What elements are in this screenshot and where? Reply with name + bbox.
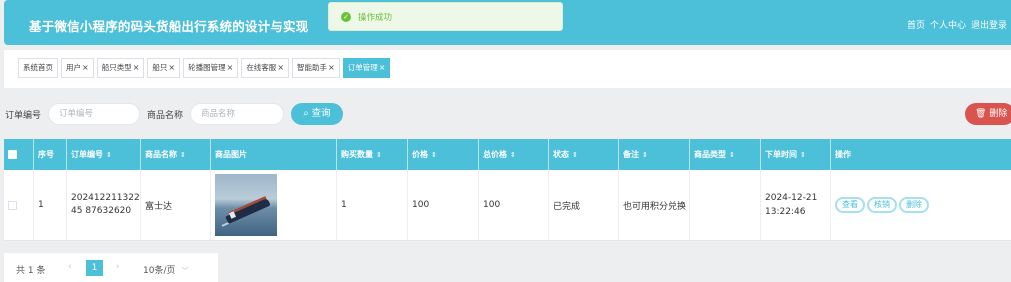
sort-icon: ⇕	[800, 151, 806, 159]
select-all-checkbox[interactable]	[8, 150, 17, 159]
cell-quantity: 1	[337, 170, 408, 240]
cell-price: 100	[408, 170, 479, 240]
cell-status: 已完成	[549, 170, 619, 240]
col-status[interactable]: 状态 ⇕	[549, 139, 619, 170]
col-actions: 操作	[835, 150, 851, 159]
batch-delete-button[interactable]: 🗑 删除	[965, 103, 1011, 125]
select-all-cell	[4, 139, 34, 170]
profile-link[interactable]: 个人中心	[930, 21, 966, 31]
toast-message: 操作成功	[358, 13, 393, 23]
search-button[interactable]: ⌕ 查询	[291, 103, 343, 125]
tab-orders[interactable]: 订单管理×	[342, 58, 391, 78]
tab-system-home[interactable]: 系统首页	[18, 58, 58, 78]
search-icon: ⌕	[303, 108, 309, 119]
table-row: 1 20241221132245 87632620 富士达 1 100 100 …	[4, 170, 1011, 241]
col-order-time[interactable]: 下单时间 ⇕	[761, 139, 831, 170]
row-checkbox[interactable]	[8, 200, 17, 210]
sort-icon: ⇕	[729, 151, 735, 159]
col-quantity[interactable]: 购买数量 ⇕	[337, 139, 408, 170]
order-no-input[interactable]: 订单编号	[48, 103, 140, 125]
tab-users[interactable]: 用户×	[61, 58, 94, 78]
tab-label: 订单管理	[347, 63, 378, 72]
page-number[interactable]: 1	[86, 260, 103, 276]
app-title: 基于微信小程序的码头货船出行系统的设计与实现	[29, 19, 309, 34]
close-icon[interactable]: ×	[133, 63, 140, 72]
sort-icon: ⇕	[510, 151, 516, 159]
delete-button[interactable]: 删除	[899, 197, 929, 213]
verify-button[interactable]: 核销	[867, 197, 897, 213]
col-price[interactable]: 价格 ⇕	[408, 139, 479, 170]
sort-icon: ⇕	[180, 151, 186, 159]
sort-icon: ⇕	[642, 151, 648, 159]
product-name-label: 商品名称	[147, 111, 184, 121]
col-product-image: 商品图片	[211, 139, 337, 170]
search-button-label: 查询	[311, 108, 331, 119]
col-product-type[interactable]: 商品类型 ⇕	[690, 139, 761, 170]
tab-label: 船只	[152, 63, 168, 72]
sort-icon: ⇕	[376, 151, 382, 159]
page-size-label: 10条/页	[143, 266, 176, 276]
cell-actions: 查看 核销 删除	[831, 170, 1011, 240]
tab-label: 系统首页	[23, 63, 53, 72]
cell-remark: 也可用积分兑换	[619, 170, 690, 240]
cell-total: 100	[479, 170, 549, 240]
order-no-label: 订单编号	[5, 111, 42, 121]
cell-product-image	[211, 170, 337, 240]
pagination: 共 1 条 ‹ 1 › 10条/页 ﹀	[4, 253, 218, 282]
cell-product-name: 富士达	[141, 170, 211, 240]
total-count: 共 1 条	[16, 266, 46, 276]
col-index: 序号	[34, 139, 67, 170]
success-toast: ✓ 操作成功	[328, 2, 563, 31]
orders-table: 序号 订单编号 ⇕ 商品名称 ⇕ 商品图片 购买数量 ⇕ 价格 ⇕ 总价格 ⇕ 状态 ⇕ 备…	[4, 139, 1011, 241]
col-order-no[interactable]: 订单编号 ⇕	[67, 139, 141, 170]
table-header: 序号 订单编号 ⇕ 商品名称 ⇕ 商品图片 购买数量 ⇕ 价格 ⇕ 总价格 ⇕ 状态 ⇕ 备…	[4, 139, 1011, 170]
sort-icon: ⇕	[572, 151, 578, 159]
close-icon[interactable]: ×	[277, 63, 284, 72]
logout-link[interactable]: 退出登录	[971, 21, 1007, 31]
close-icon[interactable]: ×	[379, 63, 386, 72]
chevron-down-icon: ﹀	[181, 267, 189, 275]
product-name-input[interactable]: 商品名称	[190, 103, 284, 125]
next-page-icon[interactable]: ›	[116, 262, 120, 272]
home-link[interactable]: 首页	[907, 21, 925, 31]
tab-ships[interactable]: 船只×	[147, 58, 181, 78]
close-icon[interactable]: ×	[227, 63, 234, 72]
delete-button-label: 删除	[989, 109, 1008, 119]
search-bar: 订单编号 订单编号 商品名称 商品名称 ⌕ 查询 🗑 删除	[0, 102, 1011, 126]
cell-order-no: 20241221132245 87632620	[67, 170, 141, 240]
sort-icon: ⇕	[431, 151, 437, 159]
tab-label: 智能助手	[297, 63, 328, 72]
cell-order-time: 2024-12-21 13:22:46	[761, 170, 831, 240]
col-total[interactable]: 总价格 ⇕	[479, 139, 549, 170]
tab-label: 船只类型	[101, 63, 132, 72]
tab-bar: 系统首页 用户× 船只类型× 船只× 轮播图管理× 在线客服× 智能助手× 订单…	[4, 50, 1011, 88]
tab-online-service[interactable]: 在线客服×	[241, 58, 290, 78]
close-icon[interactable]: ×	[328, 63, 335, 72]
close-icon[interactable]: ×	[82, 63, 89, 72]
sort-icon: ⇕	[106, 151, 112, 159]
cell-index: 1	[34, 170, 67, 240]
row-select-cell	[4, 170, 34, 240]
tab-label: 轮播图管理	[188, 63, 226, 72]
cargo-ship-image[interactable]	[215, 174, 277, 236]
close-icon[interactable]: ×	[168, 63, 175, 72]
page-size-select[interactable]: 10条/页 ﹀	[143, 263, 189, 276]
header-links: 首页 个人中心 退出登录	[902, 18, 1007, 31]
tab-label: 用户	[66, 63, 81, 72]
view-button[interactable]: 查看	[835, 197, 865, 213]
success-check-icon: ✓	[341, 12, 351, 22]
tab-assistant[interactable]: 智能助手×	[292, 58, 340, 78]
tab-carousel[interactable]: 轮播图管理×	[183, 58, 239, 78]
col-product-name[interactable]: 商品名称 ⇕	[141, 139, 211, 170]
prev-page-icon[interactable]: ‹	[68, 262, 72, 272]
cell-product-type	[690, 170, 761, 240]
trash-icon: 🗑	[975, 109, 987, 119]
tab-ship-types[interactable]: 船只类型×	[96, 58, 145, 78]
col-remark[interactable]: 备注 ⇕	[619, 139, 690, 170]
tab-label: 在线客服	[246, 63, 277, 72]
